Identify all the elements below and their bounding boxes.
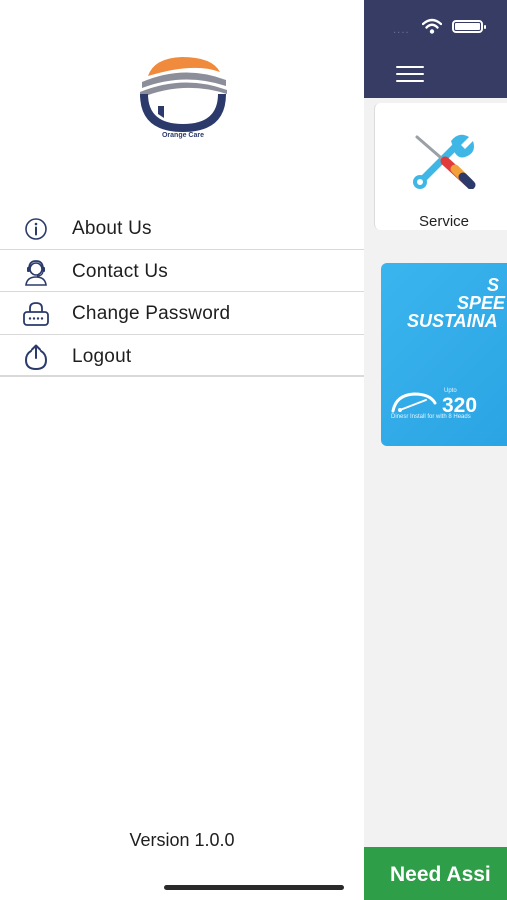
tools-icon xyxy=(413,134,476,189)
service-label: Service xyxy=(418,213,470,230)
menu-label-contact-us: Contact Us xyxy=(72,260,168,282)
wifi-icon xyxy=(422,18,442,34)
orange-care-logo xyxy=(140,57,227,132)
home-indicator[interactable] xyxy=(164,885,344,890)
info-icon xyxy=(25,218,47,240)
navigation-drawer: Orange Care About Us Contact Us Change P… xyxy=(0,0,364,900)
menu-label-about-us: About Us xyxy=(72,218,152,239)
banner-line-3: SUSTAINA xyxy=(407,311,498,331)
home-screen: .... Service S SPEE SUSTAINA Upto 320 Di… xyxy=(364,0,507,900)
menu-label-change-password: Change Password xyxy=(72,303,231,324)
signal-indicator: .... xyxy=(393,25,410,36)
need-assistance-button[interactable]: Need Assi xyxy=(364,847,507,900)
battery-icon xyxy=(452,20,486,33)
power-icon xyxy=(24,344,48,370)
app-version: Version 1.0.0 xyxy=(129,830,235,850)
menu-item-about-us[interactable]: About Us xyxy=(0,207,364,250)
drawer-menu: About Us Contact Us Change Password Logo… xyxy=(0,207,364,377)
lock-password-icon xyxy=(23,302,49,326)
menu-item-logout[interactable]: Logout xyxy=(0,335,364,377)
logo-caption: Orange Care xyxy=(161,132,205,139)
home-header: .... xyxy=(364,0,507,98)
promo-banner[interactable]: S SPEE SUSTAINA Upto 320 Dinesr Install … xyxy=(381,263,507,446)
speedometer-icon xyxy=(391,392,437,413)
menu-label-logout: Logout xyxy=(72,345,132,367)
menu-item-change-password[interactable]: Change Password xyxy=(0,292,364,335)
hamburger-icon[interactable] xyxy=(396,66,424,82)
service-card[interactable]: Service xyxy=(374,103,507,230)
menu-item-contact-us[interactable]: Contact Us xyxy=(0,250,364,292)
banner-subtext: Dinesr Install for with 8 Heads xyxy=(391,414,471,420)
support-agent-icon xyxy=(25,259,47,286)
